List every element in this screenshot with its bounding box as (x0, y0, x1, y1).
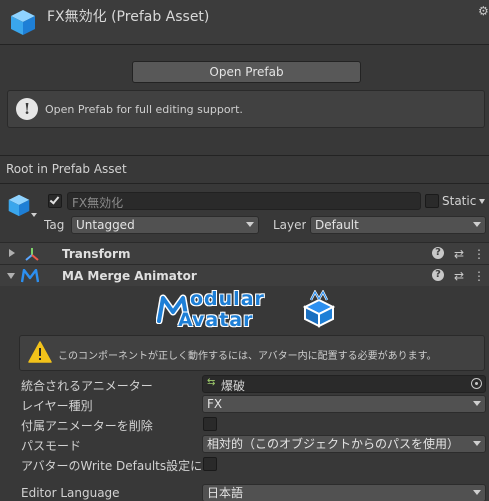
settings-gear-icon[interactable]: ⚙ (478, 4, 489, 18)
active-checkbox[interactable] (48, 194, 62, 208)
animator-field-value: 爆破 (221, 379, 246, 393)
tag-label: Tag (44, 218, 65, 232)
editor-language-dropdown[interactable]: 日本語 (202, 484, 486, 501)
layer-type-dropdown[interactable]: FX (202, 395, 486, 413)
transform-menu-icon[interactable]: ⋮ (472, 247, 486, 261)
tag-chevron-down-icon (246, 222, 254, 227)
object-picker-icon[interactable] (471, 378, 482, 389)
layer-type-label: レイヤー種別 (21, 399, 93, 413)
path-mode-label: パスモード (21, 439, 82, 453)
merge-animator-help-icon[interactable]: ? (432, 269, 446, 283)
animator-object-field[interactable]: ⇆ 爆破 (202, 375, 486, 393)
tag-value: Untagged (76, 218, 135, 232)
open-prefab-button[interactable]: Open Prefab (132, 61, 361, 83)
gameobject-name-text: FX無効化 (72, 196, 124, 210)
logo-a-mark: A (178, 309, 193, 331)
animator-field-label: 統合されるアニメーター (21, 379, 153, 393)
delete-attached-label: 付属アニメーターを削除 (21, 419, 153, 433)
write-defaults-label: アバターのWrite Defaults設定に合わ (21, 459, 202, 473)
write-defaults-checkbox[interactable] (203, 457, 217, 471)
delete-attached-checkbox[interactable] (203, 417, 217, 431)
layer-type-chevron-down-icon (473, 401, 481, 406)
path-mode-value: 相対的（このオブジェクトからのパスを使用） (207, 437, 460, 451)
header-divider (0, 44, 489, 45)
layer-type-value: FX (207, 397, 223, 411)
inspector-header: FX無効化 (Prefab Asset) ⚙ (0, 0, 489, 44)
warning-icon (28, 341, 52, 363)
path-mode-chevron-down-icon (473, 441, 481, 446)
animator-controller-icon: ⇆ (207, 377, 216, 388)
static-checkbox[interactable] (425, 194, 439, 208)
layer-label: Layer (273, 218, 307, 232)
transform-help-icon[interactable]: ? (432, 247, 446, 261)
info-icon: ! (16, 98, 38, 120)
transform-component-header[interactable]: Transform ? ⇄ ⋮ (0, 242, 489, 264)
merge-animator-menu-icon[interactable]: ⋮ (472, 269, 486, 283)
avatar-warning-box: このコンポーネントが正しく動作するには、アバター内に配置する必要があります。 (19, 335, 485, 371)
editor-language-value: 日本語 (207, 486, 244, 500)
transform-foldout-icon[interactable] (9, 249, 15, 257)
gameobject-cube-icon (8, 194, 30, 217)
static-label: Static (442, 194, 477, 208)
editor-language-chevron-down-icon (473, 490, 481, 495)
layer-dropdown[interactable]: Default (310, 216, 486, 234)
prefab-cube-icon (11, 10, 35, 35)
layer-value: Default (315, 218, 359, 232)
prefab-help-text: Open Prefab for full editing support. (45, 103, 243, 116)
path-mode-dropdown[interactable]: 相対的（このオブジェクトからのパスを使用） (202, 435, 486, 453)
section-divider-2 (0, 183, 489, 184)
section-divider (0, 155, 489, 156)
merge-animator-preset-icon[interactable]: ⇄ (452, 269, 466, 283)
layer-chevron-down-icon (473, 222, 481, 227)
static-dropdown-arrow[interactable] (479, 199, 485, 204)
logo-text-line1: odular (190, 288, 265, 310)
logo-text-line2: vatar (192, 309, 254, 331)
logo-box-icon (302, 290, 336, 328)
root-in-prefab-label: Root in Prefab Asset (6, 162, 127, 176)
transform-preset-icon[interactable]: ⇄ (452, 247, 466, 261)
merge-animator-foldout-icon[interactable] (7, 273, 15, 279)
gameobject-name-input[interactable]: FX無効化 (67, 192, 421, 210)
transform-label: Transform (62, 247, 131, 261)
modular-avatar-m-icon (21, 269, 39, 283)
merge-animator-component-header[interactable]: MA Merge Animator ? ⇄ ⋮ (0, 264, 489, 286)
icon-dropdown-arrow[interactable] (31, 213, 37, 217)
tag-dropdown[interactable]: Untagged (71, 216, 259, 234)
merge-animator-label: MA Merge Animator (62, 269, 197, 283)
prefab-help-box: ! Open Prefab for full editing support. (7, 90, 485, 128)
avatar-warning-text: このコンポーネントが正しく動作するには、アバター内に配置する必要があります。 (58, 351, 437, 362)
inspector-title: FX無効化 (Prefab Asset) (47, 9, 210, 25)
modular-avatar-logo: odular A vatar (156, 288, 336, 332)
transform-axes-icon (25, 248, 39, 261)
editor-language-label: Editor Language (21, 486, 120, 500)
